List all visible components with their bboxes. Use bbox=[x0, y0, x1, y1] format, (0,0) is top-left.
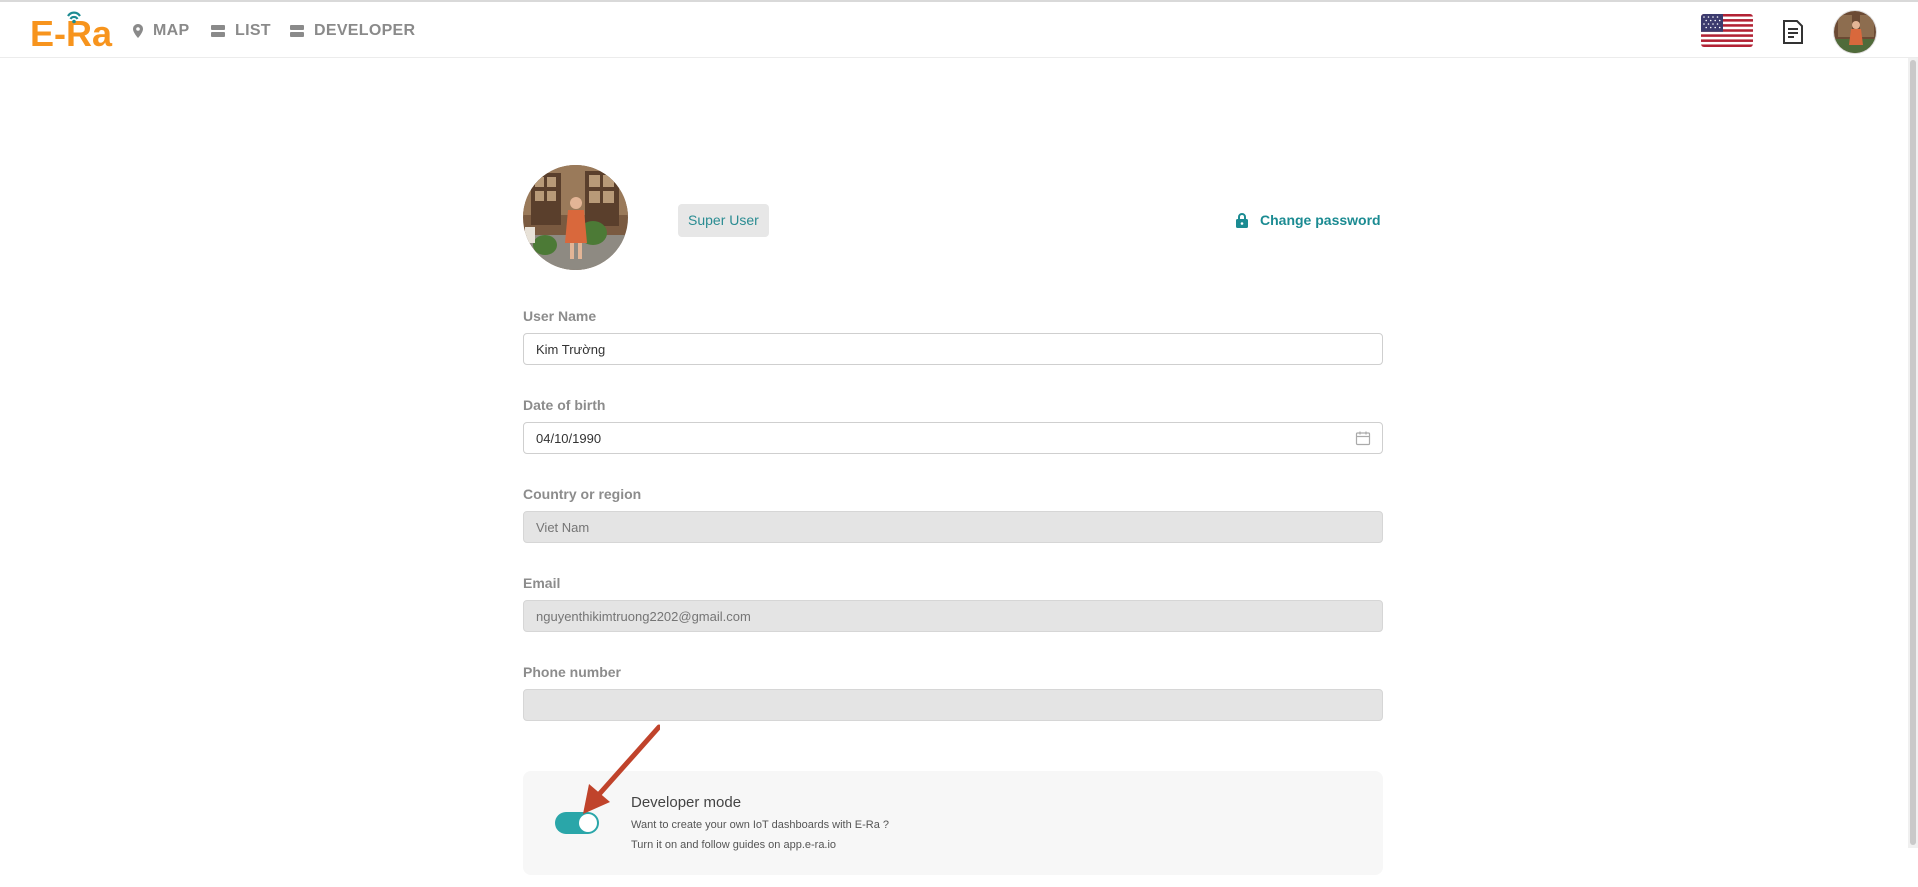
country-input bbox=[523, 511, 1383, 543]
language-switcher[interactable] bbox=[1701, 14, 1753, 47]
phone-label: Phone number bbox=[523, 664, 622, 680]
top-navbar: E-Ra MAP LIST DEVELOPER bbox=[0, 2, 1918, 58]
username-input[interactable] bbox=[523, 333, 1383, 365]
calendar-icon[interactable] bbox=[1355, 430, 1371, 446]
user-avatar[interactable] bbox=[1833, 10, 1877, 54]
email-label: Email bbox=[523, 575, 561, 591]
nav-list[interactable]: LIST bbox=[211, 20, 271, 42]
username-label: User Name bbox=[523, 308, 597, 324]
change-password-link[interactable]: Change password bbox=[1236, 208, 1381, 232]
change-password-label: Change password bbox=[1260, 212, 1381, 228]
phone-input bbox=[523, 689, 1383, 721]
us-flag-icon bbox=[1701, 14, 1753, 47]
list-icon bbox=[211, 24, 225, 37]
nav-developer[interactable]: DEVELOPER bbox=[290, 20, 415, 42]
role-badge: Super User bbox=[678, 204, 769, 237]
country-label: Country or region bbox=[523, 486, 642, 502]
era-logo[interactable]: E-Ra bbox=[30, 10, 116, 54]
document-icon[interactable] bbox=[1780, 19, 1806, 45]
nav-map[interactable]: MAP bbox=[133, 20, 189, 42]
developer-mode-guide: Turn it on and follow guides on app.e-ra… bbox=[631, 839, 837, 851]
nav-developer-label: DEVELOPER bbox=[314, 22, 416, 39]
user-photo-icon bbox=[1834, 11, 1876, 53]
nav-list-label: LIST bbox=[235, 22, 271, 39]
era-logo-icon: E-Ra bbox=[30, 11, 113, 54]
lock-icon bbox=[1236, 212, 1248, 228]
scrollbar-thumb[interactable] bbox=[1910, 60, 1916, 845]
developer-icon bbox=[290, 24, 304, 37]
email-input bbox=[523, 600, 1383, 632]
annotation-arrow-icon bbox=[583, 724, 660, 814]
dob-label: Date of birth bbox=[523, 397, 606, 413]
profile-avatar[interactable] bbox=[523, 165, 628, 270]
developer-mode-description: Want to create your own IoT dashboards w… bbox=[631, 819, 890, 831]
dob-input[interactable] bbox=[523, 422, 1383, 454]
map-pin-icon bbox=[133, 24, 143, 38]
profile-photo-icon bbox=[523, 165, 628, 270]
nav-map-label: MAP bbox=[153, 22, 190, 39]
